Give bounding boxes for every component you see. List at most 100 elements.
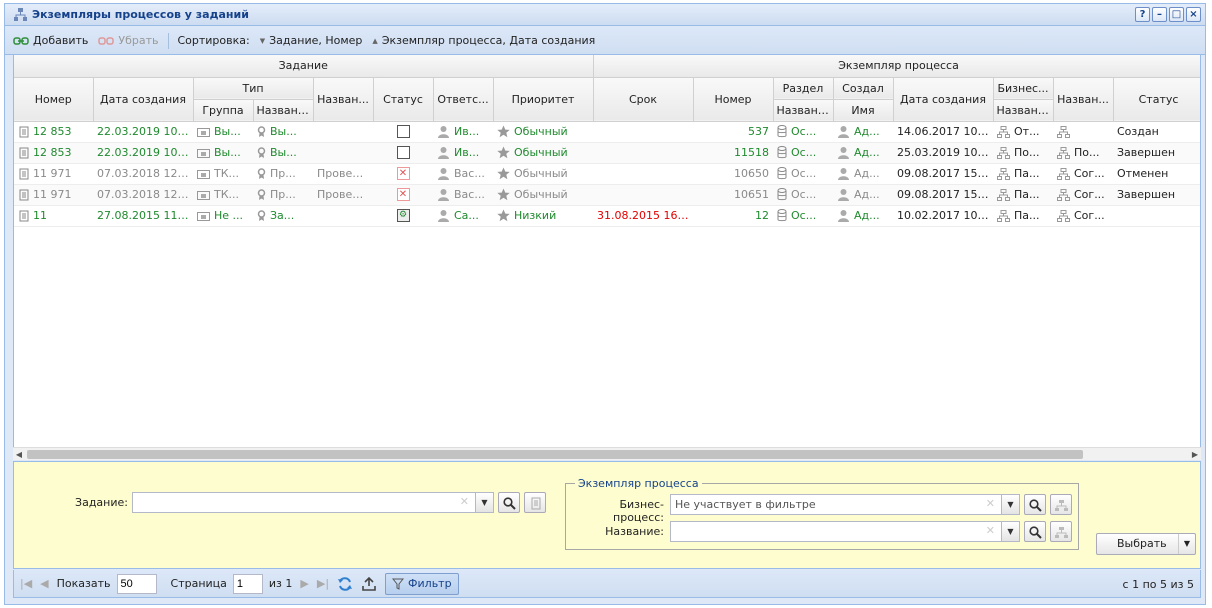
instance-legend: Экземпляр процесса [575,477,702,490]
select-button[interactable]: Выбрать ▼ [1096,533,1196,555]
sort-task-number[interactable]: ▼ Задание, Номер [260,34,363,47]
close-icon[interactable]: × [1186,7,1201,22]
task-filter-combo[interactable]: ✕ ▼ [132,492,494,513]
cell-bp: Па... [993,205,1053,227]
table-row[interactable]: 11 971 07.03.2018 12:01 ТК... Пр... Провер..… [14,184,1200,206]
cell-inst-created: 10.02.2017 10:19 [893,205,993,227]
search-icon [1028,525,1042,539]
last-page-icon[interactable]: ▶| [317,577,329,590]
scroll-right-icon[interactable]: ▶ [1189,448,1201,461]
chevron-down-icon[interactable]: ▼ [1001,495,1019,514]
task-icon [19,126,29,138]
maximize-icon[interactable]: □ [1169,7,1184,22]
horizontal-scrollbar[interactable]: ◀ ▶ [13,447,1201,460]
task-icon [531,497,540,509]
cell-priority: Обычный [493,184,593,206]
task-open-button[interactable] [524,492,546,513]
header-inst-number[interactable]: Номер [693,77,774,122]
next-page-icon[interactable]: ▶ [300,577,308,590]
chevron-down-icon[interactable]: ▼ [1001,522,1019,541]
status-checkbox[interactable] [396,146,410,160]
header-type-name[interactable]: Название [253,99,314,122]
cell-bp: Па... [993,184,1053,206]
cell-bp: От... [993,121,1053,143]
status-cancelled-icon: ✕ [396,188,410,202]
cell-deadline [593,184,693,206]
name-search-button[interactable] [1024,521,1046,542]
cell-priority: Обычный [493,142,593,164]
sort-instance-created[interactable]: ▲ Экземпляр процесса, Дата создания [372,34,595,47]
header-inst-name[interactable]: Назван... [1053,77,1114,122]
add-button[interactable]: Добавить [13,34,88,47]
add-label: Добавить [33,34,89,47]
header-creator-name[interactable]: Имя [833,99,894,122]
name-filter-combo[interactable]: ✕ ▼ [670,521,1020,542]
cell-inst-created: 14.06.2017 10:53 [893,121,993,143]
table-row[interactable]: 11 971 07.03.2018 12:01 ТК... Пр... Провер..… [14,163,1200,185]
header-type-group[interactable]: Группа [193,99,254,122]
minimize-icon[interactable]: – [1152,7,1167,22]
task-filter-label: Задание: [75,496,128,509]
page-size-input[interactable] [116,573,157,594]
header-section-name[interactable]: Название [773,99,834,122]
cell-type-name: Пр... [253,163,313,185]
refresh-button[interactable] [337,576,353,592]
table-row[interactable]: 11 27.08.2015 11:12 Не ... За... ⚙ Са... Низки… [14,205,1200,227]
task-search-button[interactable] [498,492,520,513]
header-inst-created[interactable]: Дата создания [893,77,994,122]
clear-icon[interactable]: ✕ [986,497,995,510]
clear-icon[interactable]: ✕ [986,524,995,537]
clear-icon[interactable]: ✕ [460,495,469,508]
chevron-down-icon[interactable]: ▼ [1178,534,1195,554]
filter-button[interactable]: Фильтр [385,572,459,595]
sort-label: Сортировка: [177,34,250,47]
export-button[interactable] [361,576,377,592]
bp-filter-label: Бизнес-процесс: [613,498,664,524]
header-deadline[interactable]: Срок [593,77,694,122]
scroll-left-icon[interactable]: ◀ [13,448,25,461]
filter-panel: Задание: ✕ ▼ Экземпляр процесса Бизнес-п… [13,461,1201,569]
status-checkbox[interactable] [396,125,410,139]
process-icon [1057,168,1070,180]
cell-creator: Ад... [833,205,893,227]
cell-creator: Ад... [833,163,893,185]
cell-type-name: За... [253,205,313,227]
cell-responsible: Вас... [433,163,493,185]
page-count: из 1 [268,577,293,590]
chevron-down-icon[interactable]: ▼ [475,493,493,512]
bp-search-button[interactable] [1024,494,1046,515]
task-icon [19,168,29,180]
bp-filter-combo[interactable]: Не участвует в фильтре ✕ ▼ [670,494,1020,515]
process-icon [997,210,1010,222]
process-icon [997,189,1010,201]
header-created[interactable]: Дата создания [93,77,194,122]
scroll-thumb[interactable] [27,450,1083,459]
filter-label: Фильтр [408,577,452,590]
header-name[interactable]: Назван... [313,77,374,122]
help-icon[interactable]: ? [1135,7,1150,22]
database-icon [777,209,787,222]
process-icon [997,168,1010,180]
cell-responsible: Ив... [433,142,493,164]
header-bp-name[interactable]: Название [993,99,1054,122]
process-icon [997,126,1010,138]
table-row[interactable]: 12 853 22.03.2019 10:12 Вы... Вы... Ив... Обы… [14,121,1200,143]
remove-button[interactable]: Убрать [98,34,158,47]
folder-icon [197,212,210,221]
cell-inst-number: 11518 [693,142,773,164]
prev-page-icon[interactable]: ◀ [40,577,48,590]
cell-inst-number: 12 [693,205,773,227]
bp-open-button[interactable] [1050,494,1072,515]
table-row[interactable]: 12 853 22.03.2019 10:12 Вы... Вы... Ив... Обы… [14,142,1200,164]
cell-inst-status: Завершен [1113,142,1200,164]
header-number[interactable]: Номер [14,77,94,122]
window-tools: ? – □ × [1135,7,1201,22]
header-status[interactable]: Статус [373,77,434,122]
name-open-button[interactable] [1050,521,1072,542]
header-responsible[interactable]: Ответс... [433,77,494,122]
header-inst-status[interactable]: Статус [1113,77,1200,122]
first-page-icon[interactable]: |◀ [20,577,32,590]
header-priority[interactable]: Приоритет [493,77,594,122]
page-input[interactable] [232,573,263,594]
cell-name: Провер... [313,184,373,206]
